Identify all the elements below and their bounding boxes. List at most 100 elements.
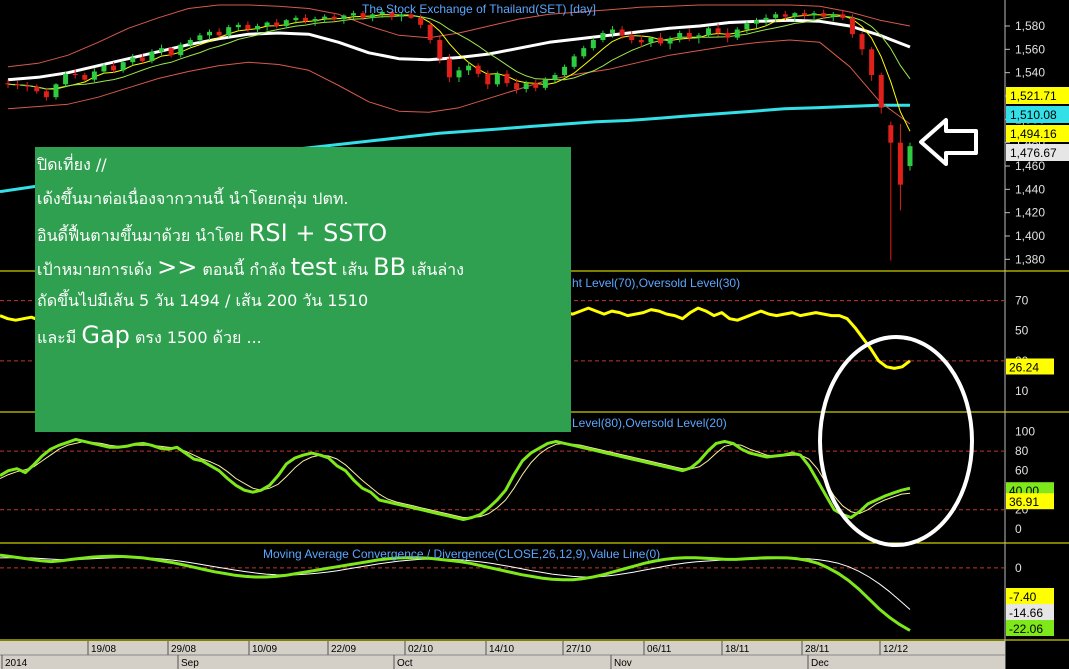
candle-body <box>859 34 865 50</box>
y-tick-label: 1,440 <box>1015 182 1045 196</box>
candle-body <box>590 40 596 49</box>
candle-body <box>226 27 232 36</box>
candle-body <box>168 48 174 56</box>
candle-body <box>552 75 558 80</box>
candle-body <box>792 13 798 17</box>
candle-body <box>821 13 827 17</box>
candle-body <box>254 26 260 30</box>
candle-body <box>744 23 750 30</box>
candle-body <box>715 28 721 33</box>
annotation-emphasis: Gap <box>81 321 130 349</box>
annotation-box: ปิดเที่ยง // เด้งขึ้นมาต่อเนื่องจากวานนี้… <box>35 147 571 432</box>
candle-body <box>542 79 548 88</box>
annotation-emphasis: BB <box>373 253 407 281</box>
macd-value-badge-text: -14.66 <box>1009 606 1043 620</box>
candle-body <box>600 33 606 40</box>
candle-body <box>619 29 625 36</box>
candle-body <box>63 73 69 85</box>
candle-body <box>34 86 40 92</box>
candle-body <box>705 28 711 36</box>
x-tick-label: 14/10 <box>489 644 514 655</box>
candle-body <box>159 48 165 52</box>
rsi-y-tick-label: 10 <box>1015 384 1029 398</box>
annotation-emphasis: test <box>290 253 337 281</box>
x-tick-label: 12/12 <box>883 644 908 655</box>
x-tick-label: 18/11 <box>725 644 750 655</box>
candle-body <box>446 58 452 78</box>
candle-body <box>437 40 443 59</box>
candle-body <box>111 65 117 71</box>
candle-body <box>149 51 155 61</box>
candle-body <box>341 15 347 19</box>
candle-body <box>562 66 568 75</box>
candle-body <box>878 75 884 108</box>
annotation-line: เด้งขึ้นมาต่อเนื่องจากวานนี้ นำโดยกลุ่ม … <box>37 189 571 223</box>
candle-body <box>322 16 328 19</box>
annotation-text: ตอนนี้ กำลัง <box>197 260 291 279</box>
rsi-value-badge-text: 26.24 <box>1009 360 1039 374</box>
candle-body <box>91 71 97 80</box>
macd-y-tick-label: 0 <box>1015 561 1022 575</box>
candle-body <box>763 17 769 21</box>
y-tick-label: 1,400 <box>1015 229 1045 243</box>
candle-body <box>610 29 616 33</box>
candle-body <box>648 37 654 43</box>
chart-title: The Stock Exchange of Thailand(SET) [day… <box>362 2 596 16</box>
candle-body <box>427 24 433 40</box>
candle-body <box>15 84 21 86</box>
candle-body <box>658 37 664 44</box>
candle-body <box>43 91 49 98</box>
month-label: Sep <box>181 658 199 669</box>
candle-body <box>130 57 136 63</box>
stoch-value-badge-text: 36.91 <box>1009 495 1039 509</box>
stoch-y-tick-label: 60 <box>1015 464 1029 478</box>
macd-value-badge-text: -7.40 <box>1009 590 1037 604</box>
highlight-circle <box>818 335 974 547</box>
candle-body <box>72 73 78 75</box>
candle-body <box>696 35 702 38</box>
candle-body <box>197 35 203 40</box>
x-tick-label: 06/11 <box>647 644 672 655</box>
stochastic-panel-title: Level(80),Oversold Level(20) <box>572 416 727 430</box>
candle-body <box>686 33 692 38</box>
annotation-text: เด้งขึ้นมาต่อเนื่องจากวานนี้ นำโดยกลุ่ม … <box>37 189 349 208</box>
candle-body <box>907 146 913 166</box>
rsi-y-tick-label: 70 <box>1015 294 1029 308</box>
candle-body <box>456 70 462 78</box>
stoch-y-tick-label: 80 <box>1015 444 1029 458</box>
candle-body <box>629 35 635 40</box>
x-tick-label: 29/08 <box>171 644 196 655</box>
candle-body <box>5 83 11 85</box>
candle-body <box>734 29 740 38</box>
candle-body <box>667 38 673 44</box>
annotation-text: ตรง 1500 ด้วย ... <box>129 328 262 347</box>
candle-body <box>840 14 846 18</box>
candle-body <box>331 16 337 19</box>
candle-body <box>753 20 759 24</box>
candle-body <box>264 22 270 26</box>
candle-body <box>187 40 193 45</box>
candle-body <box>245 24 251 30</box>
candle-body <box>350 13 356 16</box>
candle-body <box>888 125 894 143</box>
annotation-line: และมี Gap ตรง 1500 ด้วย ... <box>37 323 571 359</box>
x-tick-label: 22/09 <box>331 644 356 655</box>
candle-body <box>53 84 59 98</box>
candle-body <box>849 17 855 35</box>
candle-body <box>178 44 184 56</box>
candle-body <box>475 65 481 74</box>
annotation-text: เส้นล่าง <box>406 260 464 279</box>
annotation-emphasis: >> <box>157 253 198 281</box>
y-tick-label: 1,580 <box>1015 19 1045 33</box>
candle-body <box>302 17 308 22</box>
price-value-badge-text: 1,476.67 <box>1010 146 1057 160</box>
stoch-d-line <box>0 440 911 518</box>
x-tick-label: 10/09 <box>252 644 277 655</box>
annotation-line: ถัดขึ้นไปมีเส้น 5 วัน 1494 / เส้น 200 วั… <box>37 291 571 325</box>
y-tick-label: 1,540 <box>1015 66 1045 80</box>
candle-body <box>523 83 529 89</box>
candle-body <box>235 24 241 28</box>
month-label: Oct <box>397 658 413 669</box>
month-label: Dec <box>811 658 829 669</box>
candle-body <box>782 14 788 17</box>
